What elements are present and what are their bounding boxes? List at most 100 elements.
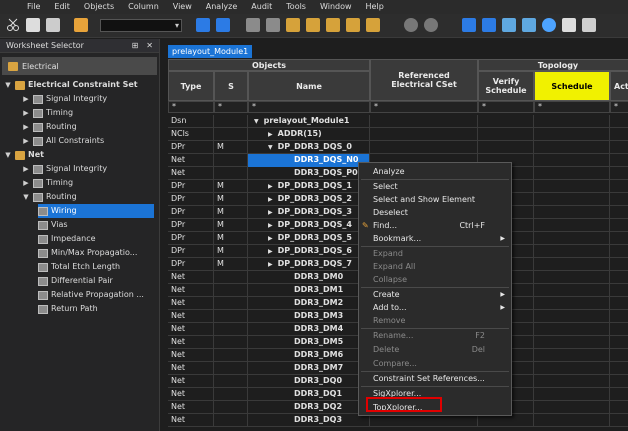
cell-ref[interactable] <box>370 141 478 154</box>
menu-item-select-and-show[interactable]: Select and Show Element <box>359 193 511 206</box>
menu-column[interactable]: Column <box>121 0 166 14</box>
cell-schedule[interactable] <box>534 258 610 271</box>
cell-schedule[interactable] <box>534 349 610 362</box>
cell-actual[interactable] <box>610 232 628 245</box>
cell-schedule[interactable] <box>534 193 610 206</box>
tree-net[interactable]: ▼ Net <box>4 148 44 162</box>
cell-schedule[interactable] <box>534 141 610 154</box>
tool-icon-3[interactable] <box>286 18 300 32</box>
tree-ecs-signal-integrity[interactable]: ▶ Signal Integrity <box>22 92 107 106</box>
cell-name[interactable]: ▶ DP_DDR3_DQS_5 <box>248 232 370 245</box>
cell-s[interactable]: M <box>214 245 248 258</box>
menu-analyze[interactable]: Analyze <box>199 0 245 14</box>
cell-s[interactable] <box>214 375 248 388</box>
cell-schedule[interactable] <box>534 362 610 375</box>
cell-schedule[interactable] <box>534 219 610 232</box>
row-arrow-icon[interactable]: ▼ <box>254 118 259 125</box>
tree-routing-return-path[interactable]: Return Path <box>38 302 98 316</box>
cell-schedule[interactable] <box>534 297 610 310</box>
tool-icon-6[interactable] <box>346 18 360 32</box>
cell-type[interactable]: Net <box>168 167 214 180</box>
cell-s[interactable]: M <box>214 180 248 193</box>
menu-item-constraint-set-references[interactable]: Constraint Set References... <box>359 372 511 385</box>
cell-type[interactable]: Net <box>168 284 214 297</box>
menu-item-remove[interactable]: Remove <box>359 314 511 327</box>
cell-schedule[interactable] <box>534 232 610 245</box>
cell-type[interactable]: Net <box>168 349 214 362</box>
cell-schedule[interactable] <box>534 180 610 193</box>
cell-name[interactable]: DDR3_DM7 <box>248 362 370 375</box>
copy-icon[interactable] <box>26 18 40 32</box>
header-type[interactable]: Type <box>168 71 214 101</box>
row-arrow-icon[interactable]: ▶ <box>268 235 273 242</box>
menu-item-expand[interactable]: Expand <box>359 247 511 260</box>
cell-s[interactable]: M <box>214 141 248 154</box>
cell-s[interactable] <box>214 362 248 375</box>
header-actual[interactable]: Actu <box>610 71 628 101</box>
cell-actual[interactable] <box>610 375 628 388</box>
cell-name[interactable]: DDR3_DM5 <box>248 336 370 349</box>
cell-name[interactable]: ▼ DP_DDR3_DQS_0 <box>248 141 370 154</box>
cell-s[interactable] <box>214 167 248 180</box>
tree-net-routing[interactable]: ▼ Routing <box>22 190 77 204</box>
cell-schedule[interactable] <box>534 388 610 401</box>
cell-s[interactable] <box>214 284 248 297</box>
menu-tools[interactable]: Tools <box>279 0 313 14</box>
cell-schedule[interactable] <box>534 245 610 258</box>
expand-arrow-icon[interactable]: ▼ <box>4 148 12 162</box>
cell-actual[interactable] <box>610 271 628 284</box>
document-tab[interactable]: prelayout_Module1 <box>168 45 253 58</box>
menu-item-expand-all[interactable]: Expand All <box>359 260 511 273</box>
cell-name[interactable]: ▶ DP_DDR3_DQS_3 <box>248 206 370 219</box>
forward-icon[interactable] <box>424 18 438 32</box>
cell-s[interactable]: M <box>214 219 248 232</box>
cell-schedule[interactable] <box>534 206 610 219</box>
cell-s[interactable] <box>214 128 248 141</box>
menu-help[interactable]: Help <box>359 0 391 14</box>
menu-item-find[interactable]: ✎ Find... Ctrl+F <box>359 219 511 232</box>
cell-actual[interactable] <box>610 323 628 336</box>
cell-name[interactable]: DDR3_DQ2 <box>248 401 370 414</box>
cell-s[interactable]: M <box>214 193 248 206</box>
cell-name[interactable]: DDR3_DM0 <box>248 271 370 284</box>
cell-type[interactable]: Net <box>168 388 214 401</box>
cell-actual[interactable] <box>610 310 628 323</box>
flow-icon[interactable] <box>216 18 230 32</box>
filter-verify[interactable]: * <box>478 101 534 113</box>
row-arrow-icon[interactable]: ▶ <box>268 183 273 190</box>
cell-s[interactable] <box>214 115 248 128</box>
cell-actual[interactable] <box>610 245 628 258</box>
cell-type[interactable]: NCls <box>168 128 214 141</box>
tree-routing-relative-propagation[interactable]: Relative Propagation ... <box>38 288 144 302</box>
paste-icon[interactable] <box>46 18 60 32</box>
cell-s[interactable] <box>214 336 248 349</box>
collapse-arrow-icon[interactable]: ▶ <box>22 120 30 134</box>
back-icon[interactable] <box>404 18 418 32</box>
cell-name[interactable]: DDR3_DM6 <box>248 349 370 362</box>
worksheet-icon[interactable] <box>462 18 476 32</box>
menu-window[interactable]: Window <box>313 0 359 14</box>
tool-icon-7[interactable] <box>366 18 380 32</box>
cell-actual[interactable] <box>610 297 628 310</box>
header-schedule[interactable]: Schedule <box>534 71 610 101</box>
tree-routing-wiring[interactable]: Wiring <box>38 204 154 218</box>
tree-ecs-routing[interactable]: ▶ Routing <box>22 120 77 134</box>
cell-type[interactable]: Net <box>168 154 214 167</box>
filter-name[interactable]: * <box>248 101 370 113</box>
filter-type[interactable]: * <box>168 101 214 113</box>
cell-actual[interactable] <box>610 206 628 219</box>
row-arrow-icon[interactable]: ▶ <box>268 248 273 255</box>
row-arrow-icon[interactable]: ▶ <box>268 196 273 203</box>
cell-s[interactable] <box>214 401 248 414</box>
cell-type[interactable]: DPr <box>168 206 214 219</box>
bookmark-icon[interactable] <box>196 18 210 32</box>
menu-item-deselect[interactable]: Deselect <box>359 206 511 219</box>
cell-s[interactable] <box>214 323 248 336</box>
cell-name[interactable]: ▶ DP_DDR3_DQS_6 <box>248 245 370 258</box>
cell-actual[interactable] <box>610 219 628 232</box>
cell-name[interactable]: ▶ ADDR(15) <box>248 128 370 141</box>
tree-ecs-all-constraints[interactable]: ▶ All Constraints <box>22 134 104 148</box>
cell-name[interactable]: ▶ DP_DDR3_DQS_4 <box>248 219 370 232</box>
menu-item-collapse[interactable]: Collapse <box>359 273 511 286</box>
cell-s[interactable] <box>214 271 248 284</box>
